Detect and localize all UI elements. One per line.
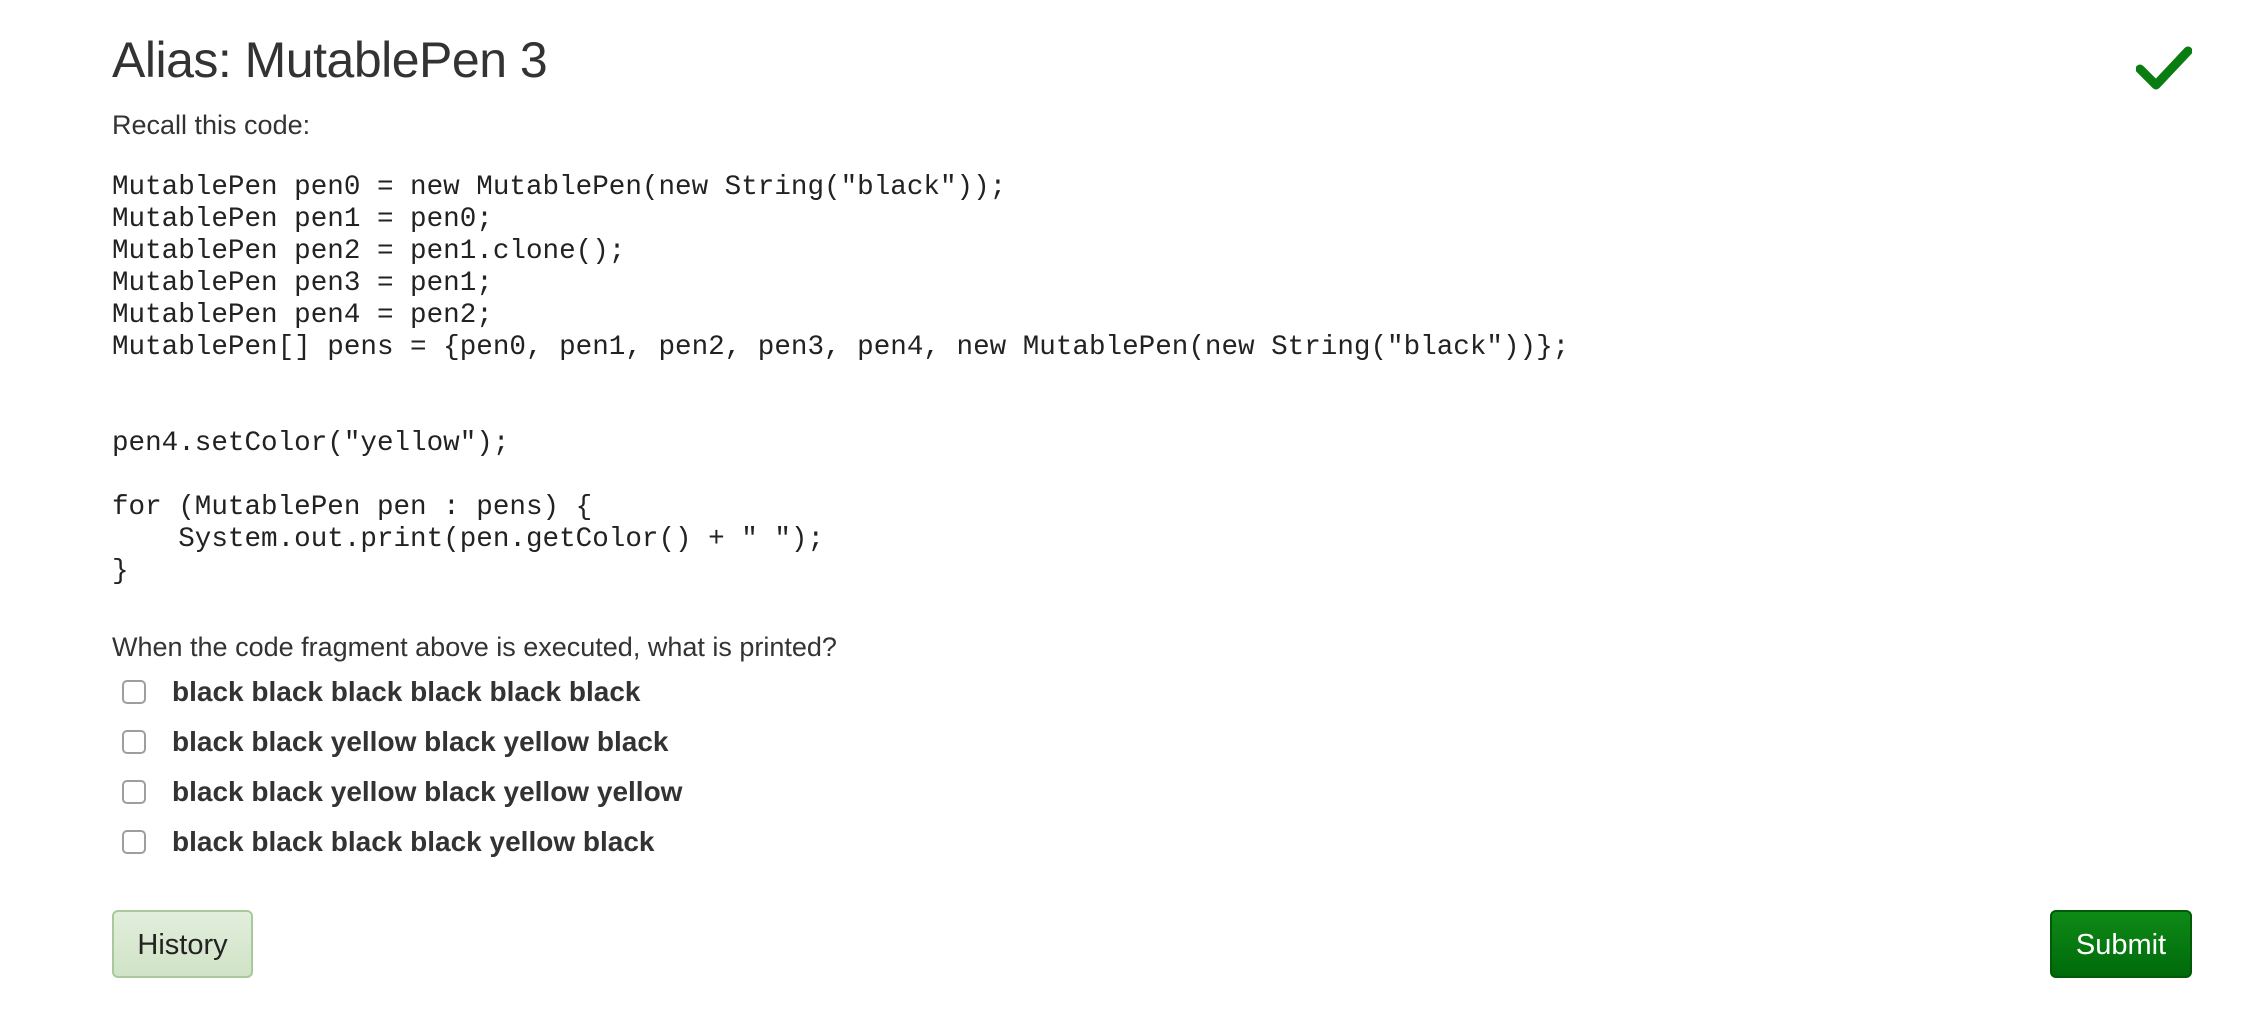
recall-label: Recall this code: (112, 110, 311, 140)
answer-option[interactable]: black black black black yellow black (122, 820, 1022, 870)
option-checkbox[interactable] (122, 730, 146, 754)
checkmark-icon (2136, 46, 2192, 90)
question-prompt: When the code fragment above is executed… (112, 632, 837, 662)
option-label[interactable]: black black black black black black (172, 674, 641, 710)
option-checkbox[interactable] (122, 680, 146, 704)
answer-option[interactable]: black black black black black black (122, 670, 1022, 720)
page-title: Alias: MutablePen 3 (112, 32, 548, 88)
option-label[interactable]: black black yellow black yellow yellow (172, 774, 682, 810)
code-block: MutablePen pen0 = new MutablePen(new Str… (112, 172, 1570, 587)
history-button[interactable]: History (112, 910, 253, 978)
option-checkbox[interactable] (122, 780, 146, 804)
submit-button[interactable]: Submit (2050, 910, 2192, 978)
answer-option[interactable]: black black yellow black yellow black (122, 720, 1022, 770)
option-label[interactable]: black black yellow black yellow black (172, 724, 668, 760)
option-checkbox[interactable] (122, 830, 146, 854)
option-label[interactable]: black black black black yellow black (172, 824, 654, 860)
question-page: Alias: MutablePen 3 Recall this code: Mu… (112, 0, 2192, 1028)
answer-options: black black black black black black blac… (122, 670, 1022, 870)
answer-option[interactable]: black black yellow black yellow yellow (122, 770, 1022, 820)
